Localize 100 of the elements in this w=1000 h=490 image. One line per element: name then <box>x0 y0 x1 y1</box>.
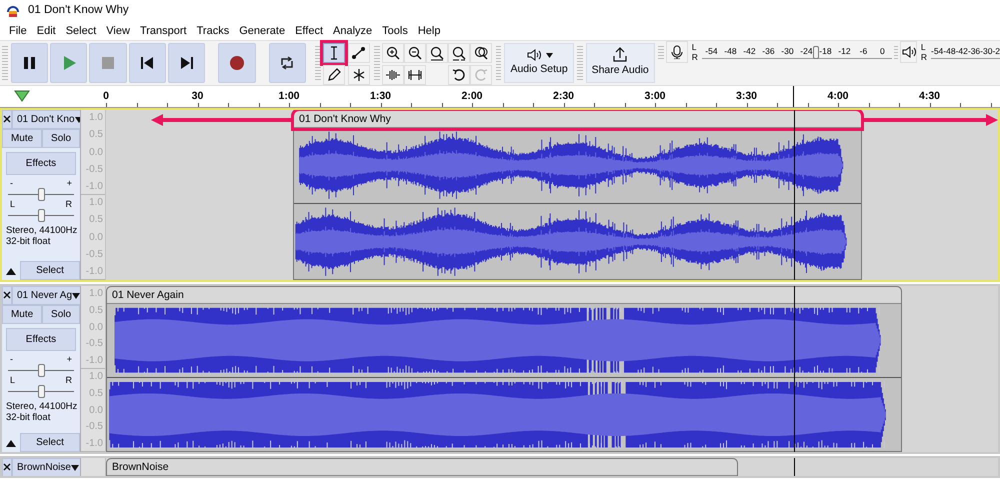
envelope-tool-button[interactable] <box>348 43 370 63</box>
select-button[interactable]: Select <box>20 261 80 280</box>
channel-label: R <box>920 52 927 62</box>
pencil-icon <box>326 67 342 83</box>
track-format-text: Stereo, 44100Hz <box>6 401 76 412</box>
record-icon <box>228 54 246 72</box>
mute-button[interactable]: Mute <box>2 129 42 148</box>
menu-item[interactable]: File <box>4 22 32 40</box>
scale-label: 0.0 <box>89 404 103 418</box>
close-icon <box>3 291 11 300</box>
track-format-text: Stereo, 44100Hz <box>6 225 76 236</box>
microphone-icon <box>670 45 684 59</box>
menu-item[interactable]: Generate <box>234 22 290 40</box>
channel-label: L <box>692 42 698 52</box>
solo-button[interactable]: Solo <box>42 305 80 324</box>
collapse-icon[interactable] <box>5 438 17 448</box>
scale-label: -0.5 <box>86 248 103 262</box>
slider-track[interactable] <box>8 188 74 200</box>
meter-tick-label: -24 <box>799 45 814 58</box>
zoom-out-button[interactable] <box>404 43 426 63</box>
time-label: 1:00 <box>278 89 300 104</box>
meter-tick-label: -48 <box>943 45 956 58</box>
effects-button[interactable]: Effects <box>6 152 76 175</box>
meter-tick-label: -2 <box>992 45 1000 58</box>
caret-icon <box>70 464 79 470</box>
menu-item[interactable]: Analyze <box>328 22 378 40</box>
menu-item[interactable]: Tools <box>377 22 413 40</box>
track-format-text: 32-bit float <box>6 236 52 247</box>
close-icon <box>3 463 11 472</box>
fit-project-button[interactable] <box>448 43 470 63</box>
menu-item[interactable]: Help <box>412 22 446 40</box>
track-format-text: 32-bit float <box>6 412 52 423</box>
menu-item[interactable]: Transport <box>134 22 192 40</box>
silence-icon <box>406 67 423 83</box>
meter-tick-label: -42 <box>956 45 968 58</box>
clip-title[interactable]: 01 Don't Know Why <box>294 111 861 128</box>
play-head-marker-icon[interactable] <box>14 90 30 102</box>
pan-label: L <box>10 376 16 385</box>
fit-selection-button[interactable] <box>426 43 448 63</box>
clip-title[interactable]: 01 Never Again <box>107 287 901 304</box>
close-button[interactable] <box>2 458 12 476</box>
multi-tool-button[interactable] <box>348 65 370 85</box>
select-tool-button[interactable] <box>322 43 345 63</box>
share-icon <box>612 47 628 64</box>
meter-tick-label: -42 <box>742 45 757 58</box>
silence-button[interactable] <box>404 65 426 85</box>
pause-button[interactable] <box>10 43 48 83</box>
slider-thumb[interactable] <box>38 385 44 398</box>
select-button[interactable]: Select <box>20 433 80 452</box>
effects-button[interactable]: Effects <box>6 328 76 351</box>
trim-icon <box>384 67 401 83</box>
menu-item[interactable]: Tracks <box>192 22 234 40</box>
close-button[interactable] <box>2 110 12 129</box>
scale-label: -1.0 <box>86 180 103 194</box>
clip-title[interactable]: BrownNoise <box>107 459 737 476</box>
menu-item[interactable]: Select <box>60 22 102 40</box>
undo-icon <box>450 67 467 83</box>
menu-item[interactable]: Effect <box>290 22 328 40</box>
trim-button[interactable] <box>382 65 404 85</box>
meter-tick-label: -6 <box>858 45 868 58</box>
meter-tick-label: -54 <box>704 45 719 58</box>
share-audio-button[interactable]: Share Audio <box>586 43 655 83</box>
zoom-fit-selection-icon <box>428 45 445 61</box>
track-name-menu[interactable]: BrownNoise <box>12 458 80 476</box>
scale-label: -1.0 <box>86 437 103 451</box>
scale-label: 0.5 <box>89 386 103 401</box>
slider-track[interactable] <box>8 385 74 397</box>
scale-label: 0.0 <box>89 146 103 160</box>
menu-item[interactable]: Edit <box>32 22 61 40</box>
skip-end-button[interactable] <box>168 43 206 83</box>
zoom-toggle-button[interactable] <box>470 43 492 63</box>
slider-thumb[interactable] <box>38 209 44 222</box>
slider-thumb[interactable] <box>38 188 44 201</box>
track-name-menu[interactable]: 01 Don't Kno <box>12 110 80 129</box>
slider-track[interactable] <box>8 209 74 221</box>
slider-track[interactable] <box>8 364 74 376</box>
collapse-icon[interactable] <box>5 266 17 276</box>
audio-setup-button[interactable]: Audio Setup <box>504 43 574 83</box>
zoom-fit-project-icon <box>450 45 467 61</box>
meter-slider-thumb[interactable] <box>812 46 819 60</box>
undo-button[interactable] <box>448 65 470 85</box>
gain-label: + <box>66 179 72 188</box>
track-name-menu[interactable]: 01 Never Ag <box>12 286 80 305</box>
loop-button[interactable] <box>268 43 306 83</box>
redo-icon <box>472 67 489 83</box>
draw-tool-button[interactable] <box>322 65 345 85</box>
slider-thumb[interactable] <box>38 364 44 377</box>
close-icon <box>3 115 11 124</box>
zoom-in-button[interactable] <box>382 43 404 63</box>
mute-button[interactable]: Mute <box>2 305 42 324</box>
meter-tick-label: -18 <box>818 45 833 58</box>
meter-tick-label: -30 <box>780 45 795 58</box>
scale-label: 0.0 <box>89 320 103 334</box>
time-label: 4:00 <box>828 89 848 104</box>
skip-start-button[interactable] <box>128 43 166 83</box>
solo-button[interactable]: Solo <box>42 129 80 148</box>
record-button[interactable] <box>218 43 256 83</box>
gain-label: - <box>10 355 13 364</box>
menu-item[interactable]: View <box>101 22 135 40</box>
close-button[interactable] <box>2 286 12 305</box>
